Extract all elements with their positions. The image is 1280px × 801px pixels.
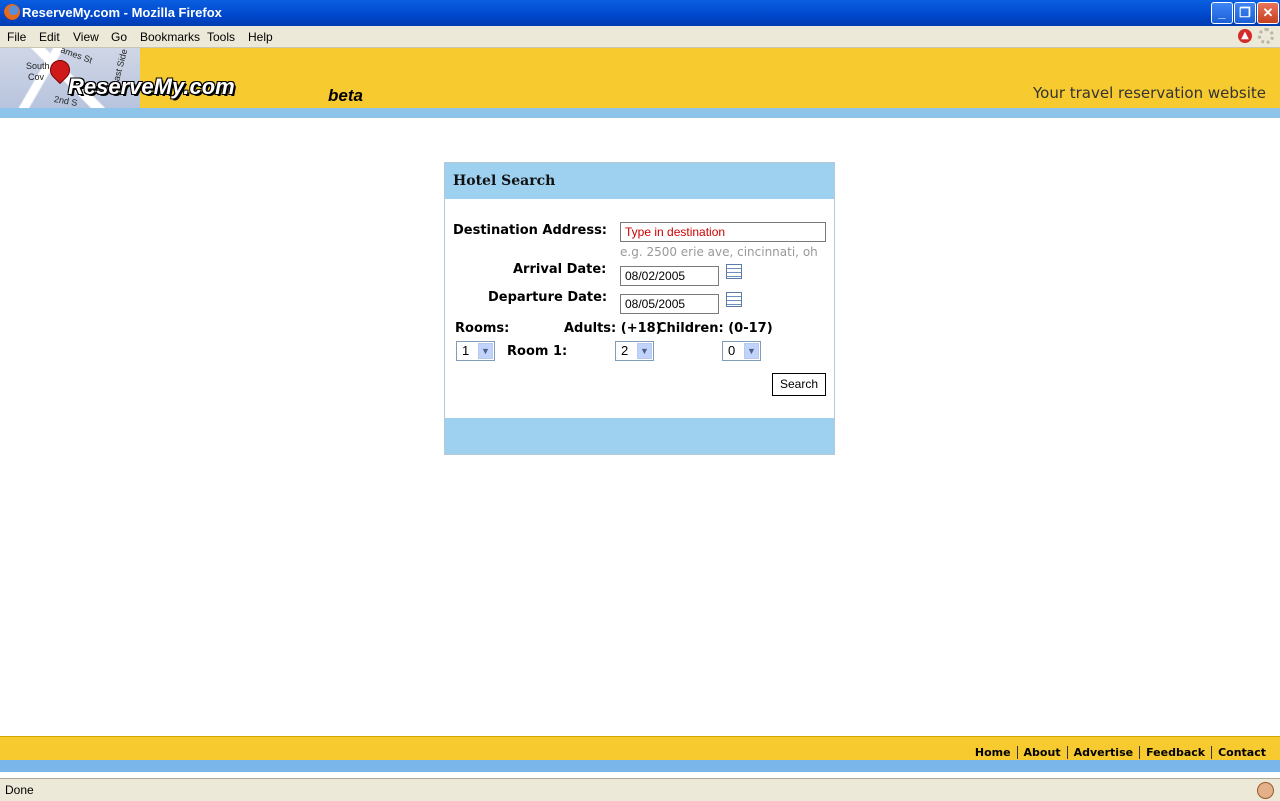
destination-input[interactable]: Type in destination <box>620 222 826 242</box>
arrival-date-label: Arrival Date: <box>513 262 607 277</box>
destination-label: Destination Address: <box>453 223 608 238</box>
window-title: ReserveMy.com - Mozilla Firefox <box>22 5 222 20</box>
footer-link-home[interactable]: Home <box>969 746 1017 759</box>
menu-bookmarks[interactable]: Bookmarks <box>140 30 200 44</box>
arrival-calendar-icon[interactable] <box>726 264 742 279</box>
firefox-icon <box>4 4 20 20</box>
rooms-select[interactable]: 1 ▼ <box>456 341 495 361</box>
menu-help[interactable]: Help <box>248 30 273 44</box>
hotel-search-footer <box>445 418 834 454</box>
maximize-button[interactable]: ❐ <box>1234 2 1256 24</box>
map-label: Cov <box>28 72 45 82</box>
site-logo[interactable]: ReserveMy.com <box>68 74 235 100</box>
rooms-value: 1 <box>462 343 470 358</box>
chevron-down-icon[interactable]: ▼ <box>744 343 759 359</box>
minimize-button[interactable]: _ <box>1211 2 1233 24</box>
footer-divider <box>0 760 1280 772</box>
children-value: 0 <box>728 343 736 358</box>
footer-link-contact[interactable]: Contact <box>1211 746 1272 759</box>
menu-bar: File Edit View Go Bookmarks Tools Help ▲ <box>0 26 1280 48</box>
chevron-down-icon[interactable]: ▼ <box>637 343 652 359</box>
departure-date-input[interactable]: 08/05/2005 <box>620 294 719 314</box>
site-tagline: Your travel reservation website <box>1032 84 1266 102</box>
footer-links: Home About Advertise Feedback Contact <box>969 746 1272 759</box>
adults-value: 2 <box>621 343 629 358</box>
beta-label: beta <box>328 86 363 105</box>
departure-date-label: Departure Date: <box>488 290 608 305</box>
departure-calendar-icon[interactable] <box>726 292 742 307</box>
throbber-icon <box>1258 28 1274 44</box>
header-divider <box>0 108 1280 118</box>
hotel-search-header: Hotel Search <box>445 163 834 199</box>
menu-edit[interactable]: Edit <box>39 30 60 44</box>
room1-label: Room 1: <box>507 344 568 359</box>
status-icon[interactable] <box>1257 782 1274 799</box>
footer-link-feedback[interactable]: Feedback <box>1139 746 1212 759</box>
adults-label: Adults: (+18) <box>564 321 662 336</box>
map-label: South <box>26 61 50 71</box>
hotel-search-panel: Hotel Search Destination Address: Type i… <box>444 162 835 455</box>
footer-link-about[interactable]: About <box>1016 746 1067 759</box>
menu-file[interactable]: File <box>7 30 26 44</box>
adults-select[interactable]: 2 ▼ <box>615 341 654 361</box>
menu-tools[interactable]: Tools <box>207 30 235 44</box>
rooms-label: Rooms: <box>455 321 510 336</box>
status-text: Done <box>5 783 34 797</box>
search-button[interactable]: Search <box>772 373 826 396</box>
stop-icon[interactable]: ▲ <box>1238 29 1252 43</box>
destination-hint: e.g. 2500 erie ave, cincinnati, oh <box>620 245 818 259</box>
window-title-bar: ReserveMy.com - Mozilla Firefox _ ❐ ✕ <box>0 0 1280 26</box>
site-footer: Home About Advertise Feedback Contact <box>0 736 1280 761</box>
menu-go[interactable]: Go <box>111 30 127 44</box>
menu-view[interactable]: View <box>73 30 99 44</box>
children-label: Children: (0-17) <box>657 321 773 336</box>
status-bar: Done <box>0 778 1280 801</box>
arrival-date-input[interactable]: 08/02/2005 <box>620 266 719 286</box>
footer-link-advertise[interactable]: Advertise <box>1066 746 1140 759</box>
chevron-down-icon[interactable]: ▼ <box>478 343 493 359</box>
hotel-search-title: Hotel Search <box>453 173 556 189</box>
site-header: ames St South Cov 2nd S ast Side Reserve… <box>0 45 1280 108</box>
children-select[interactable]: 0 ▼ <box>722 341 761 361</box>
close-button[interactable]: ✕ <box>1257 2 1279 24</box>
